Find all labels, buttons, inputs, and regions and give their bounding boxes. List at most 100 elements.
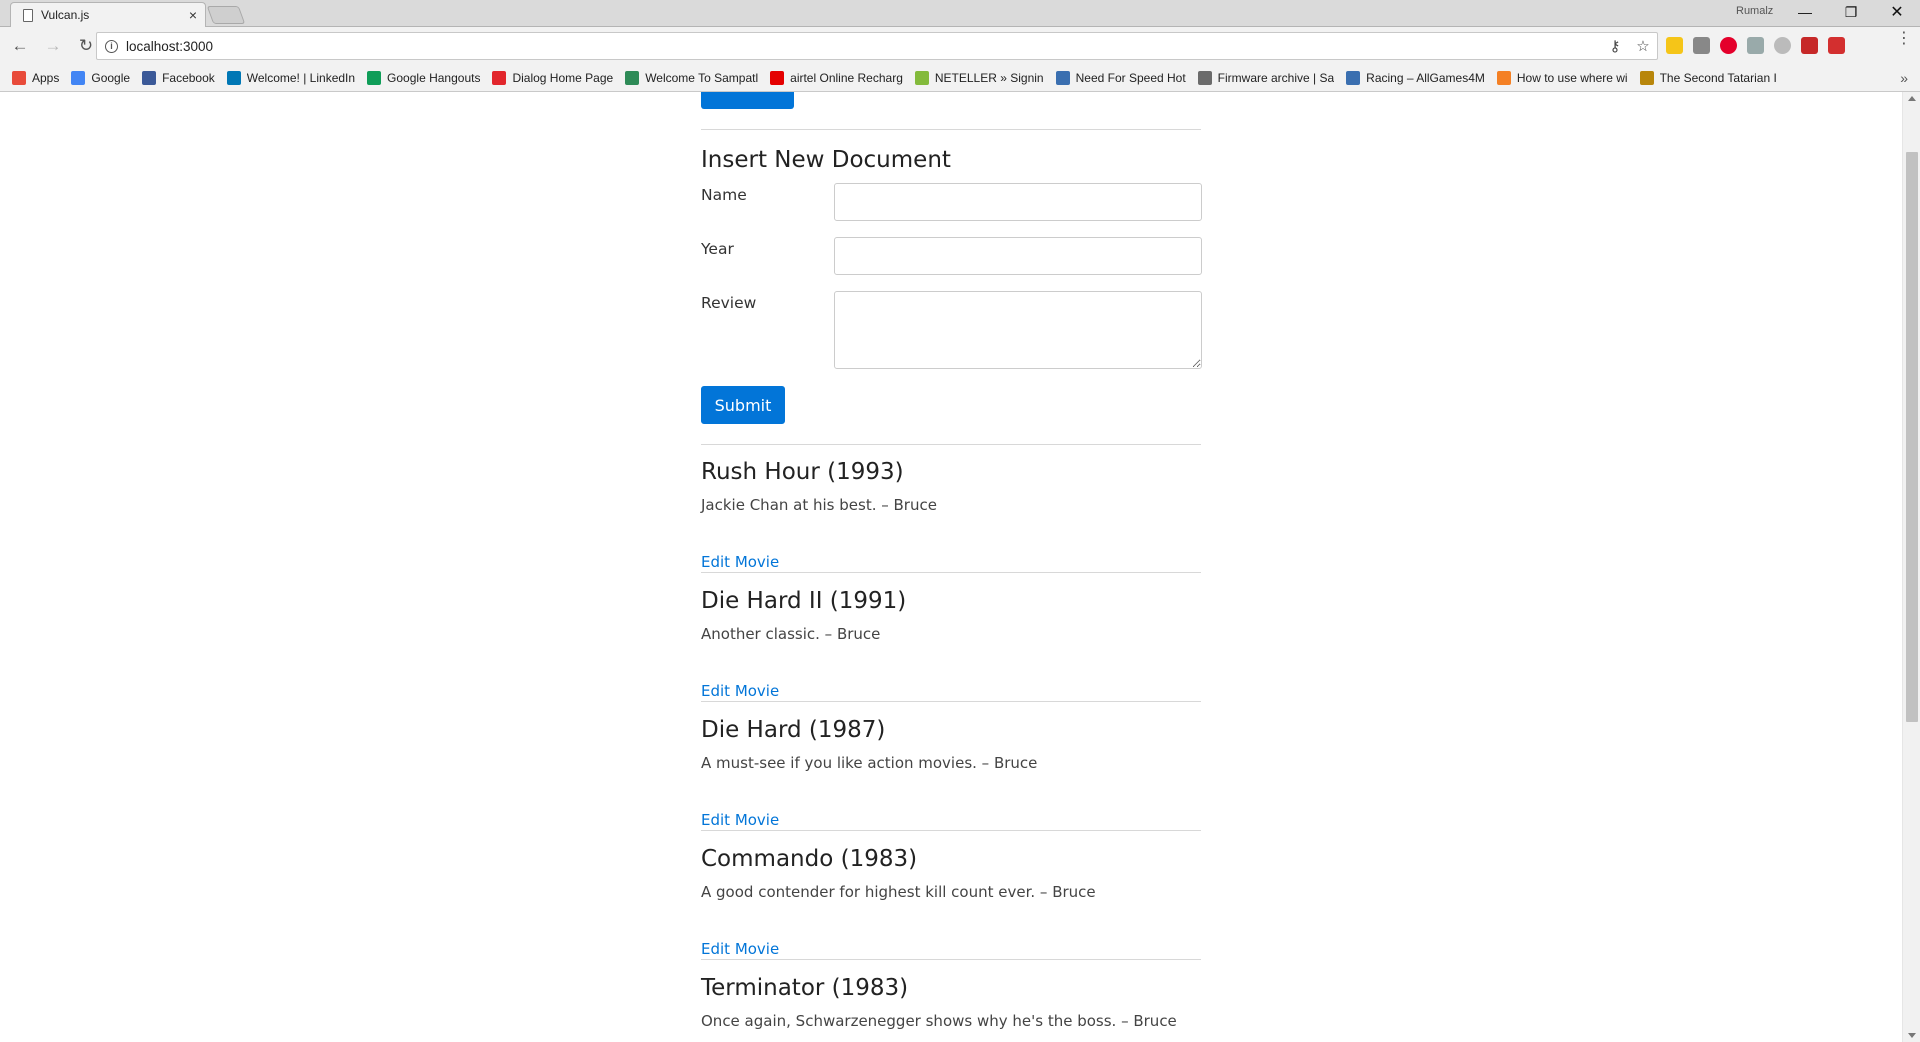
bookmark-item[interactable]: Google Hangouts [367, 71, 480, 85]
google-icon [71, 71, 86, 85]
apps-grid-icon [12, 71, 26, 85]
bookmark-item[interactable]: How to use where wi [1496, 71, 1628, 85]
movie-item: Die Hard II (1991) Another classic. – Bru… [701, 588, 1201, 700]
bookmark-item[interactable]: Firmware archive | Sa [1197, 71, 1334, 85]
racing-icon [1346, 71, 1361, 85]
profile-name[interactable]: Rumalz [1736, 5, 1773, 17]
stackoverflow-icon [1496, 71, 1511, 85]
bookmark-label: Apps [32, 71, 60, 85]
bookmark-label: Need For Speed Hot [1075, 71, 1186, 85]
forward-button[interactable]: → [40, 33, 66, 59]
bookmark-item[interactable]: Facebook [142, 71, 215, 85]
movie-item: Rush Hour (1993) Jackie Chan at his best.… [701, 459, 1201, 571]
review-label: Review [701, 294, 757, 312]
address-bar[interactable]: i localhost:3000 ⚷ ☆ [96, 32, 1658, 60]
edit-movie-link[interactable]: Edit Movie [701, 553, 779, 571]
divider [701, 572, 1201, 573]
movie-review: A must-see if you like action movies. – … [701, 754, 1038, 772]
bookmark-label: airtel Online Recharg [790, 71, 903, 85]
back-button[interactable]: ← [7, 33, 33, 59]
tab-title: Vulcan.js [41, 8, 90, 22]
divider [701, 959, 1201, 960]
bookmark-label: Facebook [162, 71, 215, 85]
movie-review: Once again, Schwarzenegger shows why he'… [701, 1012, 1177, 1030]
close-tab-icon[interactable]: × [189, 7, 197, 23]
minimize-button[interactable]: — [1782, 0, 1828, 24]
form-title: Insert New Document [701, 147, 951, 173]
url-text[interactable]: localhost:3000 [126, 39, 1601, 54]
browser-tab[interactable]: Vulcan.js × [10, 2, 206, 27]
edit-movie-link[interactable]: Edit Movie [701, 682, 779, 700]
sampath-icon [625, 71, 640, 85]
key-icon[interactable]: ⚷ [1601, 37, 1629, 55]
bookmark-item[interactable]: Racing – AllGames4M [1346, 71, 1485, 85]
camera-extension-icon[interactable] [1693, 37, 1710, 54]
divider [701, 830, 1201, 831]
airtel-icon [770, 71, 785, 85]
bookmark-item[interactable]: The Second Tatarian I [1639, 71, 1777, 85]
restore-button[interactable]: ❐ [1828, 0, 1874, 24]
cbs-extension-icon[interactable] [1828, 37, 1845, 54]
header-link-partial[interactable] [829, 92, 871, 96]
bookmark-label: Racing – AllGames4M [1366, 71, 1485, 85]
name-input[interactable] [834, 183, 1202, 221]
bookmark-item[interactable]: Need For Speed Hot [1055, 71, 1186, 85]
movie-title: Commando (1983) [701, 846, 918, 872]
bookmark-item[interactable]: Google [71, 71, 130, 85]
nfs-icon [1055, 71, 1070, 85]
submit-button[interactable]: Submit [701, 386, 785, 424]
linkedin-icon [226, 71, 241, 85]
new-tab-button[interactable] [206, 6, 246, 24]
opera-extension-icon[interactable] [1720, 37, 1737, 54]
header-button-partial[interactable] [701, 92, 794, 109]
hangouts-icon [367, 71, 382, 85]
red-extension-icon[interactable] [1801, 37, 1818, 54]
scroll-thumb[interactable] [1906, 152, 1918, 722]
scroll-up-icon[interactable] [1908, 96, 1916, 101]
year-input[interactable] [834, 237, 1202, 275]
star-icon[interactable]: ☆ [1629, 37, 1657, 55]
close-window-button[interactable]: ✕ [1874, 0, 1920, 24]
scroll-down-icon[interactable] [1908, 1033, 1916, 1038]
info-icon[interactable]: i [105, 39, 118, 53]
circle-extension-icon[interactable] [1774, 37, 1791, 54]
divider [701, 444, 1201, 445]
movie-item: Die Hard (1987) A must-see if you like ac… [701, 717, 1201, 829]
edit-movie-link[interactable]: Edit Movie [701, 940, 779, 958]
bookmark-label: Google [91, 71, 131, 85]
cloud-extension-icon[interactable] [1747, 37, 1764, 54]
bookmark-label: The Second Tatarian I [1659, 71, 1777, 85]
firmware-icon [1197, 71, 1212, 85]
bookmark-item[interactable]: Welcome! | LinkedIn [226, 71, 355, 85]
document-icon [23, 8, 33, 22]
tab-strip: Vulcan.js × Rumalz — ❐ ✕ [0, 0, 1920, 27]
movie-review: Another classic. – Bruce [701, 625, 881, 643]
year-label: Year [701, 240, 734, 258]
movie-title: Rush Hour (1993) [701, 459, 904, 485]
folder-extension-icon[interactable] [1666, 37, 1683, 54]
extension-icons [1666, 37, 1845, 54]
divider [701, 129, 1201, 130]
bookmark-label: NETELLER » Signin [934, 71, 1044, 85]
bookmark-label: Welcome To Sampatl [645, 71, 759, 85]
review-textarea[interactable] [834, 291, 1202, 369]
bookmark-item[interactable]: NETELLER » Signin [914, 71, 1044, 85]
divider [701, 701, 1201, 702]
bookmark-label: Dialog Home Page [512, 71, 614, 85]
dialog-icon [492, 71, 507, 85]
bookmark-item[interactable]: Dialog Home Page [492, 71, 613, 85]
edit-movie-link[interactable]: Edit Movie [701, 811, 779, 829]
page-scrollbar[interactable] [1902, 92, 1920, 1042]
bookmark-item[interactable]: airtel Online Recharg [770, 71, 903, 85]
bookmark-item[interactable]: Apps [12, 71, 59, 85]
movie-title: Die Hard II (1991) [701, 588, 907, 614]
bookmarks-overflow-icon[interactable]: » [1900, 70, 1908, 86]
movie-title: Terminator (1983) [701, 975, 909, 1001]
page-viewport: Insert New Document Name Year Review Sub… [0, 92, 1902, 1042]
bookmark-icon [1639, 71, 1654, 85]
browser-menu-icon[interactable]: ⋮ [1896, 31, 1912, 47]
bookmark-item[interactable]: Welcome To Sampatl [625, 71, 758, 85]
name-label: Name [701, 186, 747, 204]
movie-title: Die Hard (1987) [701, 717, 886, 743]
bookmark-label: Google Hangouts [387, 71, 481, 85]
